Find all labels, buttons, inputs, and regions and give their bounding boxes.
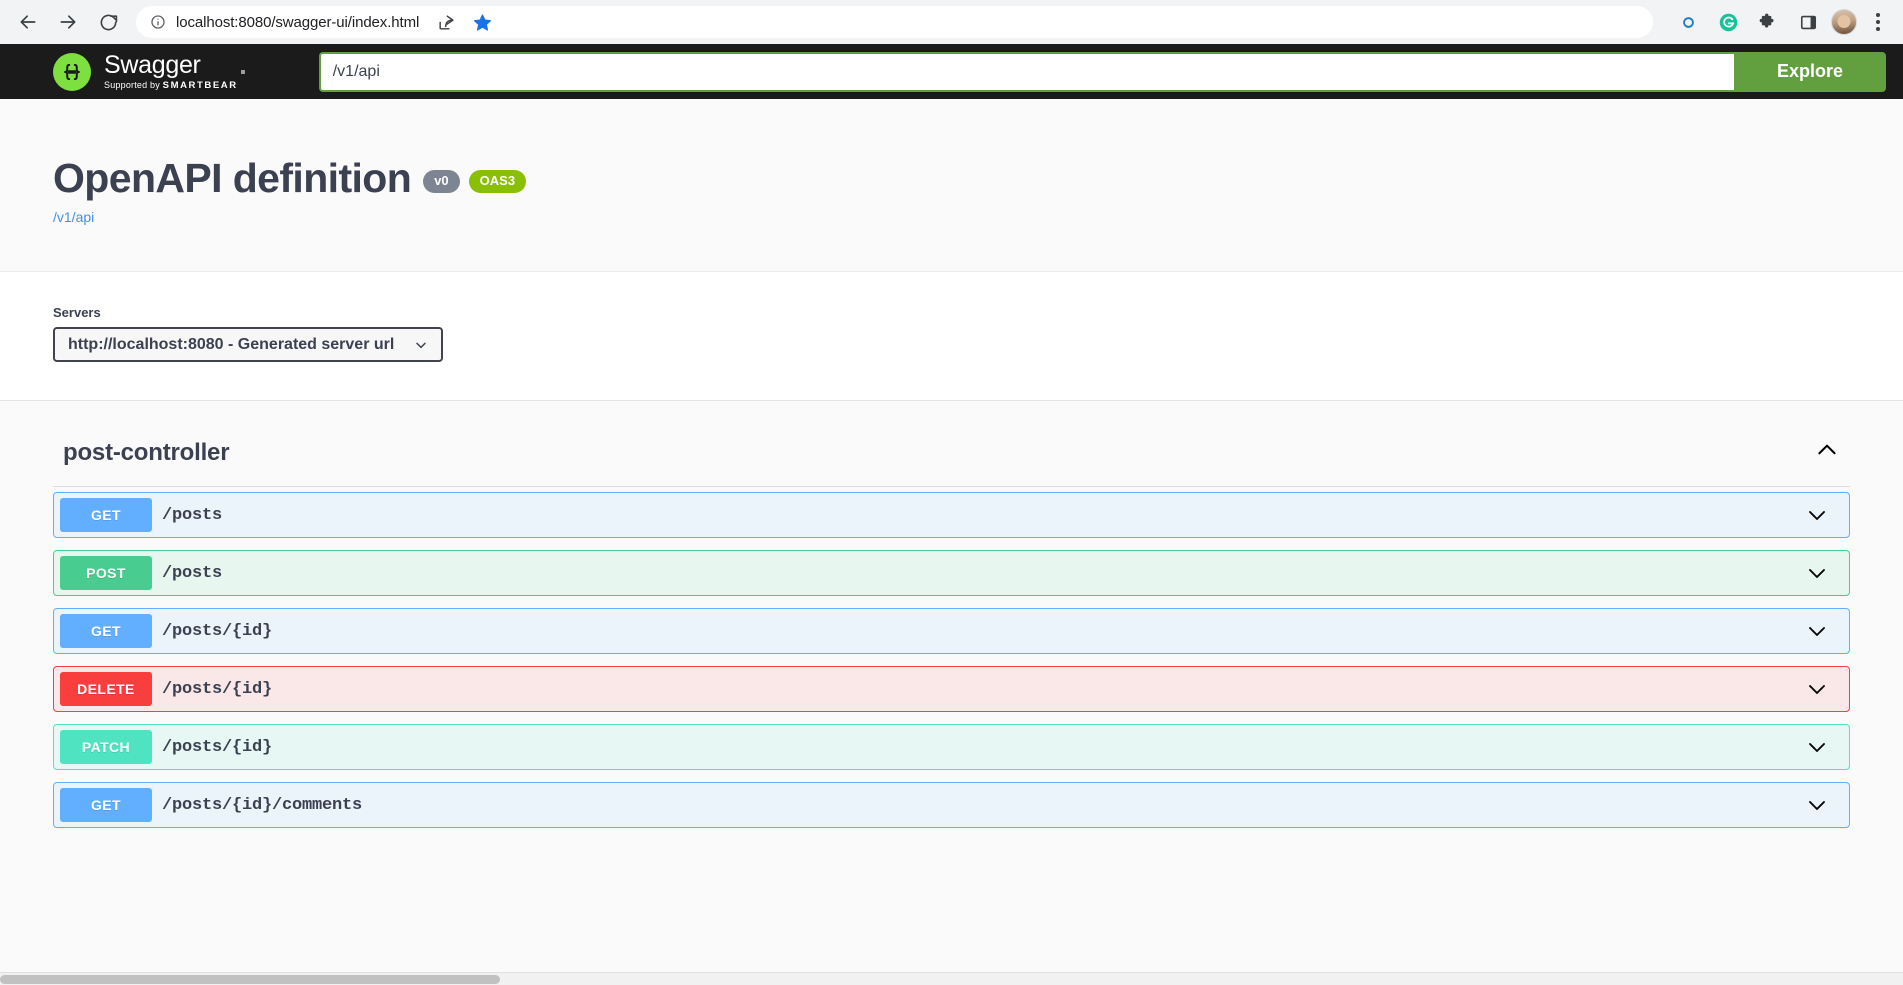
swagger-wordmark: Swagger bbox=[104, 53, 238, 78]
back-icon[interactable] bbox=[10, 4, 46, 40]
operation-path: /posts/{id} bbox=[162, 622, 1805, 641]
extension-icons bbox=[1665, 5, 1893, 39]
operation-method-badge: GET bbox=[60, 614, 152, 648]
definition-url-link[interactable]: /v1/api bbox=[53, 209, 94, 225]
server-select-wrapper: http://localhost:8080 - Generated server… bbox=[53, 327, 443, 362]
swagger-topbar: Swagger Supported by SMARTBEAR Explore bbox=[0, 44, 1903, 99]
operation-list: GET/postsPOST/postsGET/posts/{id}DELETE/… bbox=[53, 487, 1850, 828]
address-bar[interactable]: localhost:8080/swagger-ui/index.html bbox=[136, 6, 1653, 38]
tag-block-post-controller: post-controller GET/postsPOST/postsGET/p… bbox=[0, 419, 1903, 828]
explore-form: Explore bbox=[319, 52, 1903, 92]
explore-button[interactable]: Explore bbox=[1734, 52, 1886, 92]
operation-path: /posts/{id} bbox=[162, 680, 1805, 699]
operation-path: /posts bbox=[162, 564, 1805, 583]
version-badge: v0 bbox=[423, 170, 459, 193]
tag-header[interactable]: post-controller bbox=[53, 419, 1850, 487]
oas-badge: OAS3 bbox=[469, 170, 526, 193]
explore-url-input[interactable] bbox=[319, 52, 1734, 92]
chevron-down-icon[interactable] bbox=[1805, 735, 1829, 759]
operation-path: /posts bbox=[162, 506, 1805, 525]
grammarly-icon[interactable] bbox=[1711, 5, 1745, 39]
operations-section: post-controller GET/postsPOST/postsGET/p… bbox=[0, 401, 1903, 828]
api-info-section: OpenAPI definition v0 OAS3 /v1/api bbox=[0, 99, 1903, 272]
forward-icon[interactable] bbox=[50, 4, 86, 40]
operation-row[interactable]: GET/posts/{id}/comments bbox=[53, 782, 1850, 828]
operation-method-badge: PATCH bbox=[60, 730, 152, 764]
site-info-icon[interactable] bbox=[150, 14, 166, 30]
reload-icon[interactable] bbox=[90, 4, 126, 40]
kebab-menu-icon[interactable] bbox=[1863, 5, 1893, 39]
swagger-tagline: Supported by SMARTBEAR bbox=[104, 81, 238, 91]
side-panel-icon[interactable] bbox=[1791, 5, 1825, 39]
share-icon[interactable] bbox=[429, 5, 463, 39]
swagger-brace-icon bbox=[53, 53, 91, 91]
tag-name: post-controller bbox=[63, 439, 229, 467]
page-title: OpenAPI definition bbox=[53, 157, 411, 200]
operation-method-badge: POST bbox=[60, 556, 152, 590]
puzzle-extensions-icon[interactable] bbox=[1751, 5, 1785, 39]
tagline-brand: SMARTBEAR bbox=[163, 80, 238, 91]
server-select[interactable]: http://localhost:8080 - Generated server… bbox=[53, 327, 443, 362]
chevron-down-icon[interactable] bbox=[1805, 561, 1829, 585]
omnibox-actions bbox=[429, 5, 503, 39]
scrollbar-thumb[interactable] bbox=[0, 975, 500, 984]
operation-path: /posts/{id}/comments bbox=[162, 796, 1805, 815]
servers-label: Servers bbox=[53, 305, 1850, 320]
url-text: localhost:8080/swagger-ui/index.html bbox=[176, 14, 419, 31]
page-root: localhost:8080/swagger-ui/index.html bbox=[0, 0, 1903, 985]
title-badges: v0 OAS3 bbox=[423, 157, 526, 193]
servers-section: Servers http://localhost:8080 - Generate… bbox=[0, 272, 1903, 401]
operation-row[interactable]: GET/posts/{id} bbox=[53, 608, 1850, 654]
operation-path: /posts/{id} bbox=[162, 738, 1805, 757]
operation-row[interactable]: POST/posts bbox=[53, 550, 1850, 596]
horizontal-scrollbar[interactable] bbox=[0, 972, 1903, 985]
swagger-logo[interactable]: Swagger Supported by SMARTBEAR bbox=[53, 53, 238, 91]
browser-toolbar: localhost:8080/swagger-ui/index.html bbox=[0, 0, 1903, 44]
chevron-up-icon[interactable] bbox=[1814, 437, 1840, 468]
operation-row[interactable]: DELETE/posts/{id} bbox=[53, 666, 1850, 712]
avatar[interactable] bbox=[1831, 9, 1857, 35]
swagger-logo-text: Swagger Supported by SMARTBEAR bbox=[104, 53, 238, 91]
chevron-down-icon[interactable] bbox=[1805, 503, 1829, 527]
operation-row[interactable]: PATCH/posts/{id} bbox=[53, 724, 1850, 770]
api-title-row: OpenAPI definition v0 OAS3 bbox=[53, 157, 1850, 200]
operation-method-badge: GET bbox=[60, 498, 152, 532]
chevron-down-icon[interactable] bbox=[1805, 619, 1829, 643]
browser-sync-icon[interactable] bbox=[1671, 5, 1705, 39]
operation-row[interactable]: GET/posts bbox=[53, 492, 1850, 538]
chevron-down-icon[interactable] bbox=[1805, 677, 1829, 701]
chevron-down-icon[interactable] bbox=[1805, 793, 1829, 817]
star-icon[interactable] bbox=[465, 5, 499, 39]
tagline-prefix: Supported by bbox=[104, 80, 163, 90]
operation-method-badge: DELETE bbox=[60, 672, 152, 706]
operation-method-badge: GET bbox=[60, 788, 152, 822]
